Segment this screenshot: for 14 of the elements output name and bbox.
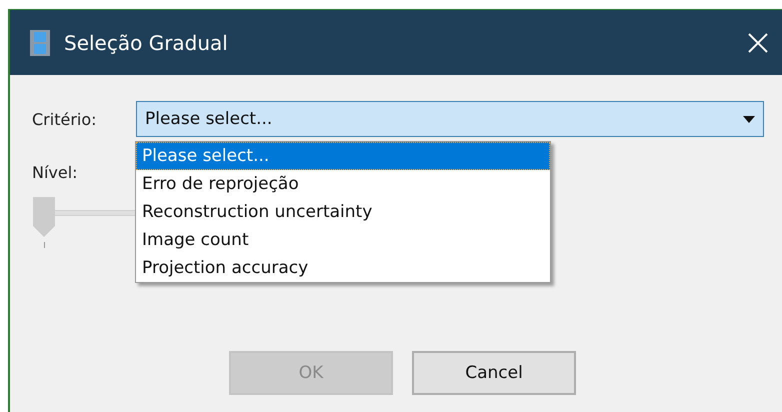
- dropdown-option[interactable]: Please select...: [136, 142, 550, 170]
- close-icon: [746, 30, 770, 54]
- dropdown-option[interactable]: Reconstruction uncertainty: [136, 198, 550, 226]
- criterion-dropdown[interactable]: Please select...: [136, 101, 764, 137]
- dropdown-option[interactable]: Image count: [136, 226, 550, 254]
- slider-tick: [44, 242, 45, 248]
- level-label: Nível:: [32, 163, 79, 182]
- cancel-button[interactable]: Cancel: [412, 351, 576, 395]
- caret-icon: [743, 116, 755, 122]
- criterion-label: Critério:: [32, 110, 98, 128]
- film-icon: [30, 30, 50, 56]
- window-title: Seleção Gradual: [64, 30, 229, 54]
- dropdown-option[interactable]: Projection accuracy: [136, 254, 550, 282]
- dropdown-option[interactable]: Erro de reprojeção: [136, 170, 550, 198]
